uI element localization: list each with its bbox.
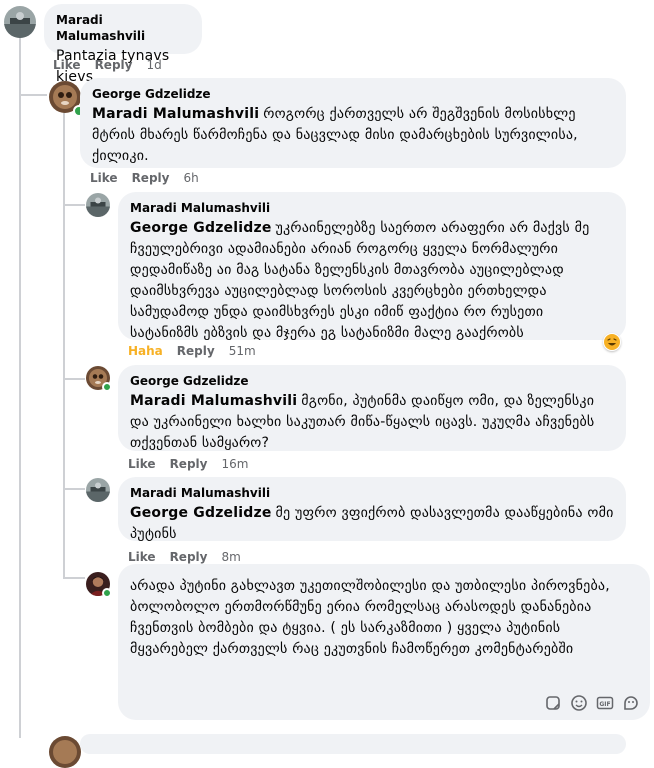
comment-bubble [80, 734, 626, 754]
sticker-face-icon[interactable] [622, 694, 640, 712]
haha-button[interactable]: Haha [128, 343, 163, 359]
comment-author[interactable]: Maradi Malumashvili [56, 12, 190, 44]
comment-bubble: Maradi Malumashvili Pantazia tynavs kiev… [44, 4, 202, 85]
online-status-dot [102, 588, 112, 598]
thread-line-reply4 [63, 488, 85, 490]
reply-button[interactable]: Reply [177, 343, 215, 359]
like-button[interactable]: Like [53, 57, 81, 73]
thread-line-sub [63, 106, 65, 578]
thread-line-reply2 [63, 204, 85, 206]
timestamp[interactable]: 1d [146, 57, 161, 73]
mention-link[interactable]: Maradi Malumashvili [92, 106, 259, 122]
reply-button[interactable]: Reply [170, 456, 208, 472]
comment-actions: Like Reply 8m [128, 549, 241, 565]
comment-author[interactable]: Maradi Malumashvili [130, 200, 614, 216]
avatar[interactable] [49, 736, 81, 768]
gif-label: GIF [599, 701, 610, 708]
mention-link[interactable]: George Gdzelidze [130, 505, 272, 521]
gif-icon[interactable]: GIF [596, 694, 614, 712]
mention-link[interactable]: George Gdzelidze [130, 220, 272, 236]
thread-line-reply3 [63, 378, 85, 380]
mention-link[interactable]: Maradi Malumashvili [130, 393, 297, 409]
timestamp[interactable]: 8m [221, 549, 240, 565]
comment-bubble: George Gdzelidze Maradi Malumashvili როგო… [80, 78, 626, 168]
comment-actions: Haha Reply 51m [128, 343, 256, 359]
composer-tools: GIF [544, 694, 640, 712]
timestamp[interactable]: 51m [229, 343, 256, 359]
comment-bubble: Maradi Malumashvili George Gdzelidze უკრა… [118, 192, 626, 341]
online-status-dot [102, 382, 112, 392]
timestamp[interactable]: 6h [183, 170, 198, 186]
avatar[interactable] [86, 478, 110, 502]
haha-reaction-icon[interactable] [603, 333, 621, 351]
thread-line-reply1 [19, 94, 47, 96]
emoji-icon[interactable] [570, 694, 588, 712]
comment-text: Maradi Malumashvili როგორც ქართველს არ შე… [92, 104, 614, 167]
comment-text: George Gdzelidze მე უფრო ვფიქრობ დასავლეთ… [130, 503, 614, 545]
comment-author[interactable]: George Gdzelidze [130, 373, 614, 389]
avatar[interactable] [86, 193, 110, 217]
comment-text: Maradi Malumashvili მგონი, პუტინმა დაიწყო… [130, 391, 614, 454]
comment-author[interactable]: George Gdzelidze [92, 86, 614, 102]
reply-composer[interactable]: არადა პუტინი გახლავთ უკეთილშობილესი და უ… [118, 564, 650, 720]
sticker-icon[interactable] [544, 694, 562, 712]
like-button[interactable]: Like [90, 170, 118, 186]
comment-bubble: George Gdzelidze Maradi Malumashvili მგონ… [118, 365, 626, 451]
avatar[interactable] [4, 6, 36, 38]
timestamp[interactable]: 16m [221, 456, 248, 472]
thread-line-main [19, 38, 21, 738]
thread-line-composer [63, 577, 85, 579]
comment-actions: Like Reply 1d [53, 57, 162, 73]
like-button[interactable]: Like [128, 456, 156, 472]
comment-text: George Gdzelidze უკრაინელებზე საერთო არაფ… [130, 218, 614, 344]
comment-body: უკრაინელებზე საერთო არაფერი არ მაქვს მე … [130, 220, 590, 341]
comment-actions: Like Reply 6h [90, 170, 199, 186]
comment-actions: Like Reply 16m [128, 456, 248, 472]
reply-button[interactable]: Reply [95, 57, 133, 73]
comment-bubble: Maradi Malumashvili George Gdzelidze მე უ… [118, 477, 626, 542]
comment-author[interactable]: Maradi Malumashvili [130, 485, 614, 501]
reply-button[interactable]: Reply [170, 549, 208, 565]
reply-input-text[interactable]: არადა პუტინი გახლავთ უკეთილშობილესი და უ… [130, 576, 638, 660]
like-button[interactable]: Like [128, 549, 156, 565]
reply-button[interactable]: Reply [132, 170, 170, 186]
